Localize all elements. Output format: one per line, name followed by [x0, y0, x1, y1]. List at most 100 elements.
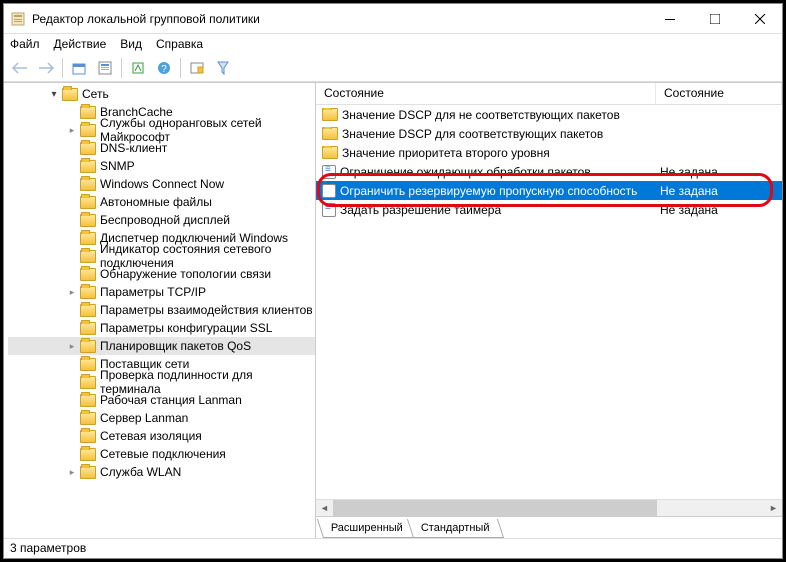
- window: Редактор локальной групповой политики Фа…: [3, 3, 783, 559]
- folder-icon: [80, 394, 96, 407]
- close-button[interactable]: [737, 4, 782, 33]
- folder-icon: [80, 232, 96, 245]
- list-body[interactable]: Значение DSCP для не соответствующих пак…: [316, 105, 782, 499]
- column-name[interactable]: Состояние: [316, 83, 656, 104]
- tree-node[interactable]: Windows Connect Now: [8, 175, 315, 193]
- tab-extended[interactable]: Расширенный: [317, 519, 417, 538]
- menu-file[interactable]: Файл: [10, 37, 40, 51]
- folder-icon: [80, 142, 96, 155]
- tree-label: Сетевая изоляция: [100, 429, 202, 443]
- tree-label: Автономные файлы: [100, 195, 212, 209]
- folder-icon: [322, 146, 338, 159]
- folder-icon: [80, 106, 96, 119]
- list-header: Состояние Состояние: [316, 83, 782, 105]
- chevron-right-icon[interactable]: [66, 124, 78, 136]
- tree-node[interactable]: Планировщик пакетов QoS: [8, 337, 315, 355]
- folder-icon: [80, 340, 96, 353]
- tree-node[interactable]: Проверка подлинности для терминала: [8, 373, 315, 391]
- chevron-right-icon[interactable]: [66, 286, 78, 298]
- back-button[interactable]: [8, 56, 32, 80]
- chevron-down-icon[interactable]: [48, 88, 60, 100]
- row-state: Не задана: [656, 203, 782, 217]
- minimize-button[interactable]: [647, 4, 692, 33]
- window-title: Редактор локальной групповой политики: [32, 12, 647, 26]
- tree-label: Рабочая станция Lanman: [100, 393, 242, 407]
- tree-label: Службы одноранговых сетей Майкрософт: [100, 116, 315, 144]
- scroll-right-icon[interactable]: ►: [765, 500, 782, 517]
- policy-setting-icon: [322, 203, 336, 217]
- tree-node[interactable]: Сервер Lanman: [8, 409, 315, 427]
- scroll-left-icon[interactable]: ◄: [316, 500, 333, 517]
- menu-help[interactable]: Справка: [156, 37, 203, 51]
- menubar: Файл Действие Вид Справка: [4, 34, 782, 54]
- list-row[interactable]: Ограничить резервируемую пропускную спос…: [316, 181, 782, 200]
- toolbar-separator: [180, 58, 181, 78]
- folder-icon: [80, 358, 96, 371]
- statusbar: 3 параметров: [4, 538, 782, 558]
- folder-icon: [80, 448, 96, 461]
- list-row[interactable]: Значение DSCP для не соответствующих пак…: [316, 105, 782, 124]
- tree-node[interactable]: Сетевые подключения: [8, 445, 315, 463]
- folder-icon: [80, 376, 96, 389]
- list-row[interactable]: Ограничение ожидающих обработки пакетовН…: [316, 162, 782, 181]
- folder-icon: [80, 178, 96, 191]
- tree-node[interactable]: Индикатор состояния сетевого подключения: [8, 247, 315, 265]
- content-area: Сеть BranchCacheСлужбы одноранговых сете…: [4, 82, 782, 538]
- toolbar: ?: [4, 54, 782, 82]
- tree-label: Параметры взаимодействия клиентов: [100, 303, 313, 317]
- tree-label: Индикатор состояния сетевого подключения: [100, 242, 315, 270]
- tree-label: Сервер Lanman: [100, 411, 188, 425]
- list-row[interactable]: Значение DSCP для соответствующих пакето…: [316, 124, 782, 143]
- filter-button[interactable]: [211, 56, 235, 80]
- up-button[interactable]: [67, 56, 91, 80]
- tree-node[interactable]: Параметры конфигурации SSL: [8, 319, 315, 337]
- tree-node[interactable]: Автономные файлы: [8, 193, 315, 211]
- row-name: Ограничить резервируемую пропускную спос…: [340, 184, 637, 198]
- maximize-button[interactable]: [692, 4, 737, 33]
- policy-setting-icon: [322, 165, 336, 179]
- properties-button[interactable]: [93, 56, 117, 80]
- tree-label: SNMP: [100, 159, 135, 173]
- folder-icon: [322, 127, 338, 140]
- menu-view[interactable]: Вид: [120, 37, 142, 51]
- tree-pane[interactable]: Сеть BranchCacheСлужбы одноранговых сете…: [4, 83, 316, 538]
- folder-icon: [80, 268, 96, 281]
- tree-node[interactable]: Параметры TCP/IP: [8, 283, 315, 301]
- tree-label: Обнаружение топологии связи: [100, 267, 271, 281]
- folder-icon: [80, 286, 96, 299]
- help-button[interactable]: ?: [152, 56, 176, 80]
- tree-node[interactable]: Сетевая изоляция: [8, 427, 315, 445]
- folder-icon: [80, 430, 96, 443]
- menu-action[interactable]: Действие: [54, 37, 107, 51]
- tree-node[interactable]: SNMP: [8, 157, 315, 175]
- svg-text:?: ?: [161, 64, 167, 75]
- tab-standard[interactable]: Стандартный: [407, 519, 504, 538]
- column-state[interactable]: Состояние: [656, 83, 782, 104]
- tree-node[interactable]: Служба WLAN: [8, 463, 315, 481]
- titlebar: Редактор локальной групповой политики: [4, 4, 782, 34]
- tree-node[interactable]: Беспроводной дисплей: [8, 211, 315, 229]
- tree-label: Параметры конфигурации SSL: [100, 321, 272, 335]
- horizontal-scrollbar[interactable]: ◄ ►: [316, 499, 782, 516]
- forward-button[interactable]: [34, 56, 58, 80]
- tree-label: Проверка подлинности для терминала: [100, 368, 315, 396]
- folder-icon: [80, 124, 96, 137]
- filter-options-button[interactable]: [185, 56, 209, 80]
- folder-icon: [80, 250, 96, 263]
- folder-icon: [80, 466, 96, 479]
- tree-label: Параметры TCP/IP: [100, 285, 206, 299]
- folder-icon: [322, 108, 338, 121]
- tree-node[interactable]: Службы одноранговых сетей Майкрософт: [8, 121, 315, 139]
- tree-node[interactable]: Обнаружение топологии связи: [8, 265, 315, 283]
- export-button[interactable]: [126, 56, 150, 80]
- chevron-right-icon[interactable]: [66, 340, 78, 352]
- folder-icon: [80, 160, 96, 173]
- tree-node-root[interactable]: Сеть: [8, 85, 315, 103]
- tree-label: DNS-клиент: [100, 141, 167, 155]
- list-row[interactable]: Задать разрешение таймераНе задана: [316, 200, 782, 219]
- tree-label: Windows Connect Now: [100, 177, 224, 191]
- list-row[interactable]: Значение приоритета второго уровня: [316, 143, 782, 162]
- chevron-right-icon[interactable]: [66, 466, 78, 478]
- tree-label: Сетевые подключения: [100, 447, 226, 461]
- tree-node[interactable]: Параметры взаимодействия клиентов: [8, 301, 315, 319]
